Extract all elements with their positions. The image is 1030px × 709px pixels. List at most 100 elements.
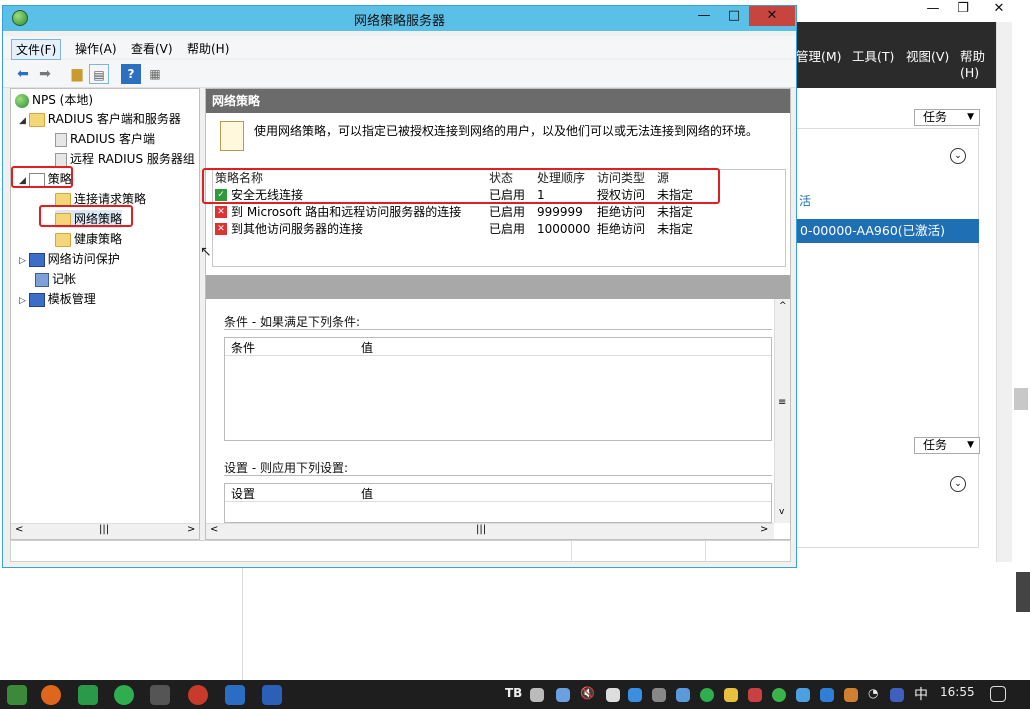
title-bar[interactable]: 网络策略服务器 — □ ✕ <box>3 6 796 31</box>
bg-menu-tools[interactable]: 工具(T) <box>852 46 894 65</box>
bg-expand-icon-2[interactable]: ⌄ <box>950 476 966 492</box>
up-folder-icon[interactable]: ▆ <box>67 64 87 84</box>
maximize-button[interactable]: □ <box>719 6 749 26</box>
navigation-tree: NPS (本地) ◢ RADIUS 客户端和服务器 RADIUS 客户端 远程 … <box>10 88 200 540</box>
qq-icon[interactable] <box>724 688 738 702</box>
bg-selected-row[interactable]: 0-00000-AA960(已激活) <box>796 219 979 243</box>
network-icon[interactable]: ◔ <box>868 686 878 700</box>
word-icon[interactable] <box>262 685 282 705</box>
annotation-box-policies <box>11 166 73 188</box>
tree-radius-group[interactable]: ◢ RADIUS 客户端和服务器 <box>19 110 181 128</box>
bg-minimize-button[interactable]: — <box>918 0 948 18</box>
divider <box>224 475 772 476</box>
settings-grid[interactable]: 设置 值 <box>224 483 772 523</box>
ime-indicator[interactable]: 中 <box>914 684 928 704</box>
scroll-right-icon[interactable]: > <box>187 524 195 535</box>
scroll-up-icon[interactable]: ^ <box>779 301 787 311</box>
description-area: 使用网络策略，可以指定已被授权连接到网络的用户，以及他们可以或无法连接到网络的环… <box>218 119 778 161</box>
scroll-down-icon[interactable]: v <box>779 507 784 517</box>
volume-muted-icon[interactable]: 🔇 <box>580 686 595 700</box>
forward-arrow-icon[interactable]: ➡ <box>35 64 55 84</box>
properties-icon[interactable]: ▦ <box>145 64 165 84</box>
tree-accounting[interactable]: 记帐 <box>35 270 76 288</box>
conditions-col-value[interactable]: 值 <box>361 339 373 356</box>
divider <box>705 541 706 561</box>
tray-icon-4[interactable] <box>748 688 762 702</box>
shield-icon[interactable] <box>606 688 620 702</box>
table-row[interactable]: ✕ 到 Microsoft 路由和远程访问服务器的连接 已启用 999999 拒… <box>213 204 785 220</box>
tree-remote-radius[interactable]: 远程 RADIUS 服务器组 <box>55 150 195 168</box>
menu-help[interactable]: 帮助(H) <box>183 39 233 58</box>
bg-restore-button[interactable]: ❐ <box>948 0 978 18</box>
tray-icon-3[interactable] <box>700 688 714 702</box>
bg-close-button[interactable]: ✕ <box>984 0 1014 18</box>
menu-view[interactable]: 查看(V) <box>127 39 177 58</box>
app-icon-2[interactable] <box>114 685 134 705</box>
divider <box>224 329 772 330</box>
close-button[interactable]: ✕ <box>749 6 795 26</box>
conditions-title: 条件 - 如果满足下列条件: <box>224 315 361 329</box>
menu-action[interactable]: 操作(A) <box>71 39 121 58</box>
power-icon[interactable] <box>628 688 642 702</box>
scroll-right-icon[interactable]: > <box>760 524 768 535</box>
clock[interactable]: 16:55 <box>940 685 975 699</box>
tree-horizontal-scrollbar[interactable]: < ||| > <box>11 523 199 539</box>
tree-root-nps[interactable]: NPS (本地) <box>15 91 93 109</box>
tray-icon-2[interactable] <box>676 688 690 702</box>
scroll-grip-icon[interactable]: ||| <box>99 524 109 535</box>
background-dark-tab <box>1016 572 1030 612</box>
show-tree-icon[interactable]: ▤ <box>89 64 109 84</box>
conditions-grid[interactable]: 条件 值 <box>224 337 772 441</box>
printer-icon[interactable] <box>530 688 544 702</box>
scroll-left-icon[interactable]: < <box>210 524 218 535</box>
tray-icon-7[interactable] <box>890 688 904 702</box>
minimize-button[interactable]: — <box>689 6 719 26</box>
background-scrollbar[interactable] <box>996 22 1012 562</box>
settings-gear-icon[interactable] <box>150 685 170 705</box>
menu-file[interactable]: 文件(F) <box>11 39 62 60</box>
wechat-icon[interactable] <box>772 688 786 702</box>
tree-templates[interactable]: ▷ 模板管理 <box>19 290 96 308</box>
scroll-grip-icon[interactable]: ≡ <box>778 397 786 408</box>
tree-radius-clients[interactable]: RADIUS 客户端 <box>55 130 155 148</box>
bluetooth-icon[interactable] <box>820 688 834 702</box>
menu-bar: 文件(F) 操作(A) 查看(V) 帮助(H) <box>3 36 796 60</box>
collapse-arrow-icon[interactable]: ◢ <box>19 116 29 126</box>
table-row[interactable]: ✕ 到其他访问服务器的连接 已启用 1000000 拒绝访问 未指定 <box>213 221 785 237</box>
settings-col-value[interactable]: 值 <box>361 485 373 502</box>
settings-col-setting[interactable]: 设置 <box>231 485 255 502</box>
scroll-grip-icon[interactable]: ||| <box>476 524 486 535</box>
tray-icon-6[interactable] <box>844 688 858 702</box>
app-icon-4[interactable] <box>225 685 245 705</box>
bg-tasks-dropdown-2[interactable]: 任务 ▼ <box>914 437 980 454</box>
notification-center-icon[interactable] <box>990 686 1006 702</box>
expand-arrow-icon[interactable]: ▷ <box>19 296 29 306</box>
bg-menu-manage[interactable]: 管理(M) <box>796 46 842 65</box>
bg-tasks-dropdown-1[interactable]: 任务 ▼ <box>914 109 980 126</box>
nps-window: 网络策略服务器 — □ ✕ 文件(F) 操作(A) 查看(V) 帮助(H) ⬅ … <box>2 5 797 568</box>
back-arrow-icon[interactable]: ⬅ <box>13 64 33 84</box>
annotation-box-network-policies <box>39 205 133 227</box>
conditions-col-condition[interactable]: 条件 <box>231 339 255 356</box>
details-vertical-scrollbar[interactable]: ^ ≡ v <box>774 299 790 523</box>
bg-expand-icon-1[interactable]: ⌄ <box>950 148 966 164</box>
expand-arrow-icon[interactable]: ▷ <box>19 256 29 266</box>
start-icon[interactable] <box>7 685 27 705</box>
bg-link-fragment[interactable]: 活 <box>799 192 811 209</box>
scroll-left-icon[interactable]: < <box>15 524 23 535</box>
help-icon[interactable]: ? <box>121 64 141 84</box>
tree-nap[interactable]: ▷ 网络访问保护 <box>19 250 120 268</box>
app-icon[interactable] <box>78 685 98 705</box>
battery-icon[interactable] <box>652 688 666 702</box>
app-icon-3[interactable] <box>188 685 208 705</box>
background-scroll-thumb[interactable] <box>1014 388 1028 410</box>
tray-icon-5[interactable] <box>796 688 810 702</box>
bg-menu-view[interactable]: 视图(V) <box>906 46 949 65</box>
tray-icon-tb[interactable]: TB <box>505 686 522 700</box>
tray-icon[interactable] <box>556 688 570 702</box>
window-title: 网络策略服务器 <box>353 14 445 29</box>
taskbar: TB 🔇 ◔ 中 16:55 <box>0 680 1030 709</box>
firefox-icon[interactable] <box>41 685 61 705</box>
details-horizontal-scrollbar[interactable]: < ||| > <box>206 523 774 539</box>
tree-health-policies[interactable]: 健康策略 <box>55 230 122 248</box>
